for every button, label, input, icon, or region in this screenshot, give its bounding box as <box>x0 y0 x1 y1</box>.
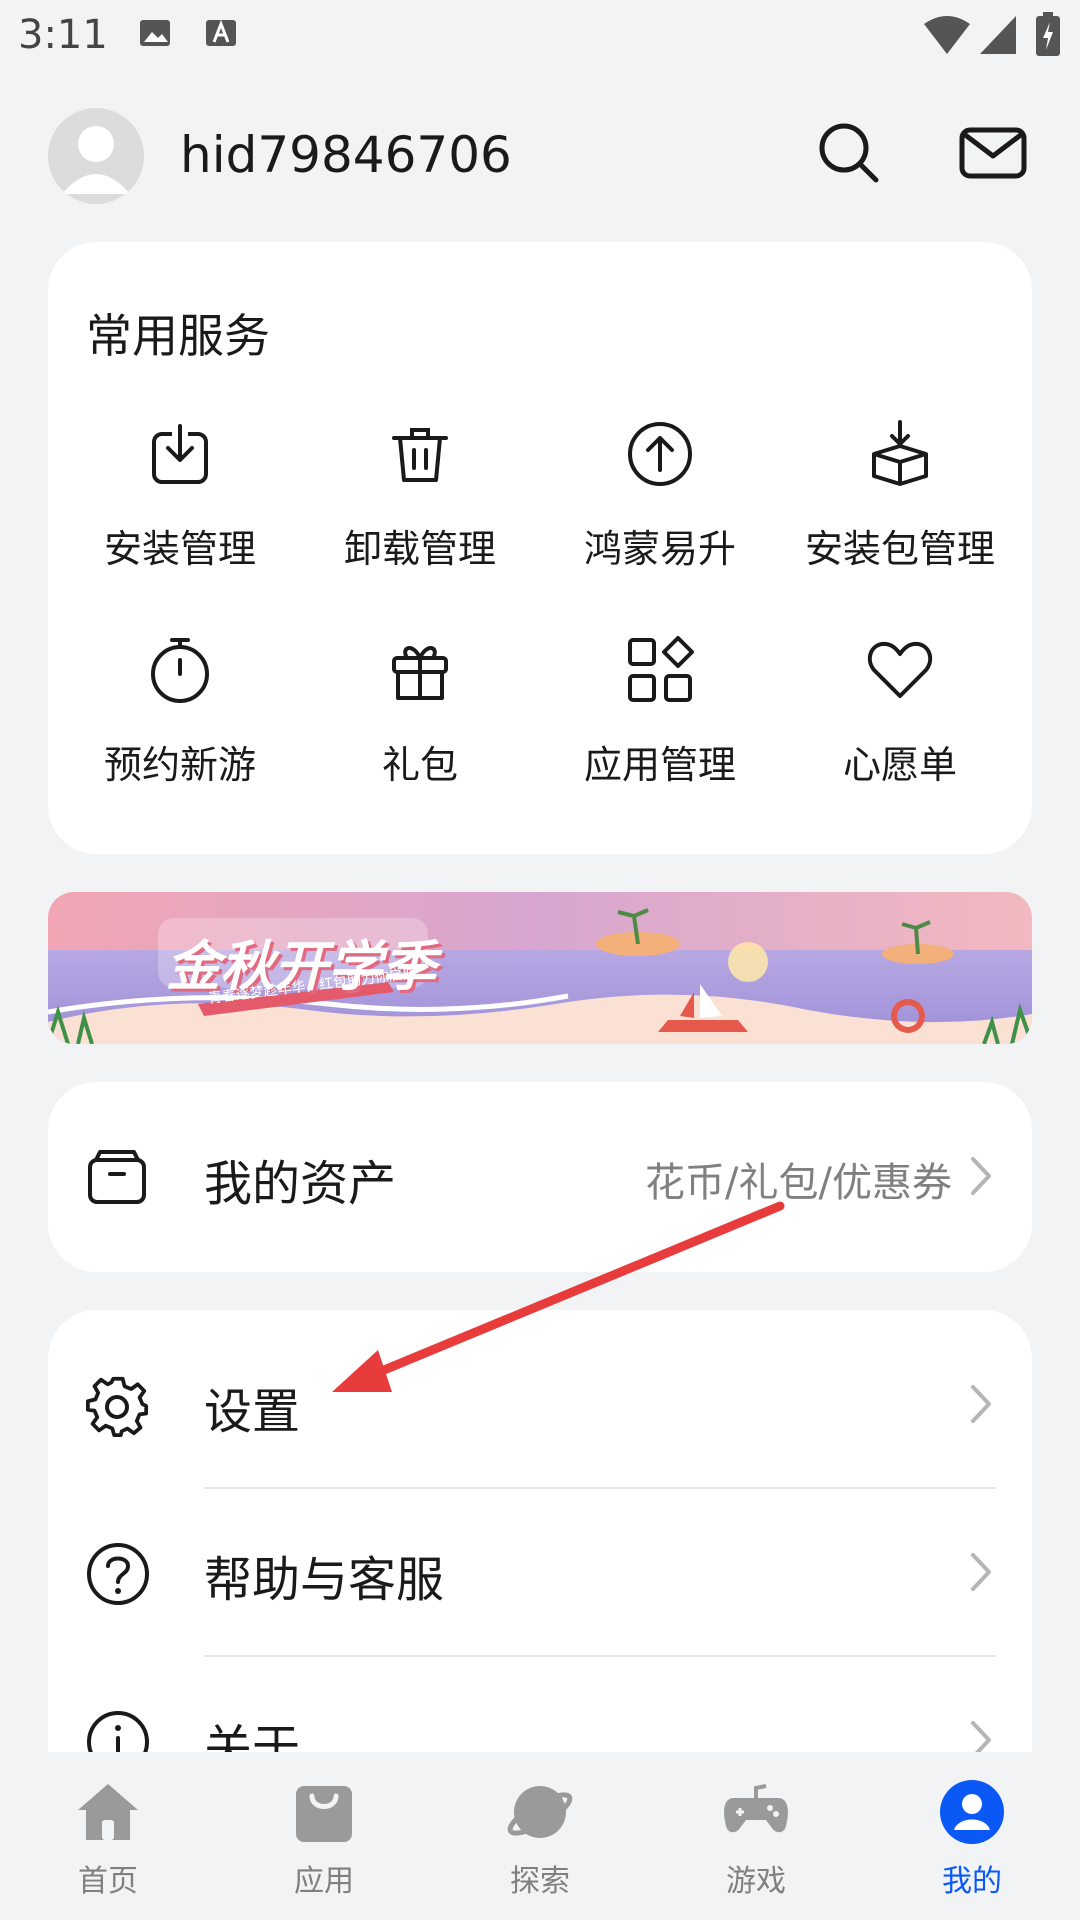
service-gift-pack[interactable]: 礼包 <box>300 634 540 789</box>
font-icon <box>204 16 238 50</box>
divider <box>204 1655 996 1657</box>
settings-label: 设置 <box>204 1384 301 1440</box>
chevron-right-icon <box>971 1157 991 1195</box>
tab-label: 游戏 <box>726 1864 786 1899</box>
help-row[interactable]: 帮助与客服 <box>48 1490 1032 1656</box>
messages-button[interactable] <box>958 120 1028 186</box>
my-assets-label: 我的资产 <box>204 1156 397 1212</box>
help-label: 帮助与客服 <box>204 1552 445 1608</box>
tab-games[interactable]: 游戏 <box>656 1776 856 1900</box>
planet-icon <box>507 1786 573 1838</box>
bottom-tab-bar: 首页 应用 探索 游戏 我的 <box>0 1752 1080 1920</box>
heart-icon <box>867 641 933 698</box>
chevron-right-icon <box>971 1385 991 1423</box>
service-label: 礼包 <box>381 743 458 787</box>
status-bar: 3:11 <box>0 0 1080 72</box>
tab-home[interactable]: 首页 <box>8 1776 208 1900</box>
promo-banner[interactable]: 金秋开学季 青春逐梦趁年华，红包助力你启航 <box>48 892 1032 1044</box>
my-assets-detail: 花币/礼包/优惠券 <box>645 1160 952 1206</box>
service-label: 鸿蒙易升 <box>583 527 736 571</box>
service-label: 应用管理 <box>583 743 736 787</box>
service-label: 安装包管理 <box>804 527 995 571</box>
search-icon <box>819 123 879 183</box>
tab-me[interactable]: 我的 <box>872 1776 1072 1900</box>
gallery-icon <box>138 16 172 50</box>
search-button[interactable] <box>816 120 882 186</box>
trash-icon <box>392 428 448 482</box>
tab-label: 我的 <box>942 1864 1002 1899</box>
gamepad-icon <box>724 1784 788 1833</box>
service-preorder-games[interactable]: 预约新游 <box>60 634 300 789</box>
service-wishlist[interactable]: 心愿单 <box>780 634 1020 789</box>
stopwatch-icon <box>151 638 209 703</box>
status-time: 3:11 <box>18 12 108 58</box>
service-harmony-upgrade[interactable]: 鸿蒙易升 <box>540 418 780 573</box>
tab-label: 应用 <box>294 1864 354 1899</box>
apps-grid-icon <box>628 636 694 702</box>
gift-icon <box>392 646 448 700</box>
bag-icon <box>296 1786 352 1842</box>
common-services-card: 常用服务 安装管理 卸载管理 鸿蒙易升 安装包管理 预约新游 礼包 应用管理 心… <box>48 242 1032 854</box>
my-assets-row[interactable]: 我的资产 花币/礼包/优惠券 <box>48 1094 1032 1260</box>
chevron-right-icon <box>971 1553 991 1591</box>
service-label: 卸载管理 <box>343 527 496 571</box>
assets-card: 我的资产 花币/礼包/优惠券 <box>48 1082 1032 1272</box>
wifi-icon <box>924 16 970 54</box>
package-icon <box>872 420 928 486</box>
section-title: 常用服务 <box>86 309 270 363</box>
service-label: 心愿单 <box>842 743 957 787</box>
install-icon <box>152 424 208 484</box>
service-label: 预约新游 <box>103 743 256 787</box>
username[interactable]: hid79846706 <box>180 126 512 184</box>
tab-label: 探索 <box>510 1864 570 1899</box>
person-icon <box>940 1780 1004 1844</box>
settings-row[interactable]: 设置 <box>48 1322 1032 1488</box>
upgrade-icon <box>628 422 692 486</box>
home-icon <box>78 1784 138 1840</box>
divider <box>204 1487 996 1489</box>
help-icon <box>87 1543 149 1605</box>
gear-icon <box>86 1376 149 1437</box>
tab-label: 首页 <box>78 1864 138 1899</box>
service-uninstall-management[interactable]: 卸载管理 <box>300 418 540 573</box>
mail-icon <box>959 127 1027 179</box>
wallet-box-icon <box>88 1150 146 1204</box>
tab-apps[interactable]: 应用 <box>224 1776 424 1900</box>
battery-charging-icon <box>1036 12 1060 56</box>
service-package-management[interactable]: 安装包管理 <box>780 418 1020 573</box>
service-app-management[interactable]: 应用管理 <box>540 634 780 789</box>
avatar[interactable] <box>48 108 144 204</box>
signal-icon <box>980 16 1016 54</box>
tab-explore[interactable]: 探索 <box>440 1776 640 1900</box>
service-install-management[interactable]: 安装管理 <box>60 418 300 573</box>
service-label: 安装管理 <box>103 527 256 571</box>
